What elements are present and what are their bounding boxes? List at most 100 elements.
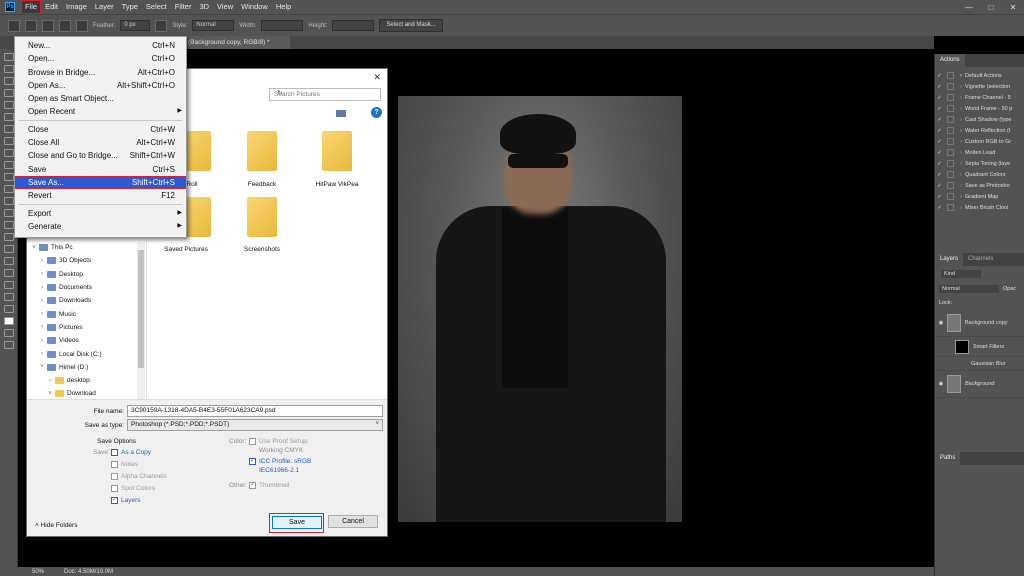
action-item[interactable]: ✓ ˅ Default Actions — [935, 70, 1024, 81]
proof-setup-checkbox[interactable]: Use Proof Setup: — [249, 438, 309, 445]
close-window-icon[interactable]: ✕ — [1002, 3, 1024, 12]
eraser-tool-icon[interactable] — [4, 185, 14, 193]
layers-checkbox[interactable]: ✓ Layers — [111, 497, 141, 504]
icc-profile-checkbox[interactable]: ✓ ICC Profile: sRGB — [249, 458, 311, 465]
stamp-tool-icon[interactable] — [4, 161, 14, 169]
tab-actions[interactable]: Actions — [935, 54, 965, 67]
frame-tool-icon[interactable] — [4, 113, 14, 121]
maximize-icon[interactable]: □ — [980, 3, 1002, 12]
folder-item[interactable] — [245, 131, 279, 175]
rectangle-tool-icon[interactable] — [4, 269, 14, 277]
quick-select-tool-icon[interactable] — [4, 89, 14, 97]
gradient-tool-icon[interactable] — [4, 197, 14, 205]
crop-tool-icon[interactable] — [4, 101, 14, 109]
action-item[interactable]: ✓ › Vignette (selection — [935, 81, 1024, 92]
layer-row[interactable]: ◉ Background — [935, 371, 1024, 398]
notes-checkbox[interactable]: Notes — [111, 461, 138, 468]
cancel-button[interactable]: Cancel — [328, 515, 378, 528]
marquee-tool-icon[interactable] — [8, 19, 20, 32]
action-item[interactable]: ✓ › Molten Lead — [935, 147, 1024, 158]
alpha-channels-checkbox[interactable]: Alpha Channels — [111, 473, 167, 480]
menu-item-revert[interactable]: Revert F12 — [15, 189, 186, 202]
healing-tool-icon[interactable] — [4, 137, 14, 145]
thumbnail-checkbox[interactable]: ✓ Thumbnail — [249, 482, 289, 489]
action-item[interactable]: ✓ › Mixer Brush Cloni — [935, 202, 1024, 213]
save-type-select[interactable]: Photoshop (*.PSD;*.PDD;*.PSDT) ˅ — [127, 419, 383, 431]
folder-item[interactable] — [245, 197, 279, 241]
zoom-level[interactable]: 50% — [32, 569, 44, 575]
dialog-close-icon[interactable]: ✕ — [373, 72, 381, 83]
path-select-tool-icon[interactable] — [4, 257, 14, 265]
menu-select[interactable]: Select — [142, 0, 171, 14]
action-item[interactable]: ✓ › Water Reflection (t — [935, 125, 1024, 136]
menu-item-generate[interactable]: Generate ▶ — [15, 220, 186, 233]
as-copy-checkbox[interactable]: As a Copy — [111, 449, 151, 456]
blur-tool-icon[interactable] — [4, 209, 14, 217]
search-input[interactable]: Search Pictures — [269, 88, 381, 101]
menu-item-save[interactable]: Save Ctrl+S — [15, 163, 186, 176]
menu-file[interactable]: File — [21, 0, 42, 14]
nav-item[interactable]: ˅ This Pc — [29, 241, 146, 254]
foreground-color-swatch[interactable] — [4, 317, 14, 325]
nav-scrollbar[interactable] — [137, 242, 145, 400]
action-item[interactable]: ✓ › Cast Shadow (type — [935, 114, 1024, 125]
menu-item-close-all[interactable]: Close All Alt+Ctrl+W — [15, 136, 186, 149]
select-and-mask-button[interactable]: Select and Mask... — [379, 19, 443, 32]
nav-item[interactable]: › Local Disk (C:) — [29, 347, 146, 360]
type-tool-icon[interactable] — [4, 245, 14, 253]
menu-layer[interactable]: Layer — [91, 0, 118, 14]
menu-help[interactable]: Help — [272, 0, 295, 14]
nav-item[interactable]: › Music — [29, 307, 146, 320]
menu-item-new[interactable]: New... Ctrl+N — [15, 39, 186, 52]
nav-item[interactable]: › Desktop — [29, 268, 146, 281]
layer-row[interactable]: ◉ Background copy — [935, 310, 1024, 337]
lasso-tool-icon[interactable] — [4, 77, 14, 85]
layer-kind-select[interactable]: Kind — [941, 270, 981, 278]
history-brush-icon[interactable] — [4, 173, 14, 181]
menu-view[interactable]: View — [213, 0, 237, 14]
menu-item-open-smart-object[interactable]: Open as Smart Object... — [15, 92, 186, 105]
action-item[interactable]: ✓ › Save as Photosho — [935, 180, 1024, 191]
quick-mask-icon[interactable] — [4, 329, 14, 337]
action-item[interactable]: ✓ › Wood Frame - 50 p — [935, 103, 1024, 114]
nav-item[interactable]: › 3D Objects — [29, 254, 146, 267]
tab-channels[interactable]: Channels — [963, 253, 998, 266]
nav-item[interactable]: › desktop — [29, 374, 146, 387]
tab-paths[interactable]: Paths — [935, 452, 961, 465]
hide-folders-link[interactable]: ˄ Hide Folders — [35, 522, 77, 529]
zoom-tool-icon[interactable] — [4, 293, 14, 301]
menu-3d[interactable]: 3D — [195, 0, 213, 14]
nav-item[interactable]: › Videos — [29, 334, 146, 347]
tab-layers[interactable]: Layers — [935, 253, 964, 266]
nav-item[interactable]: › Pictures — [29, 321, 146, 334]
menu-window[interactable]: Window — [237, 0, 272, 14]
intersect-selection-icon[interactable] — [76, 19, 88, 32]
move-tool-icon[interactable] — [4, 53, 14, 61]
folder-item[interactable] — [320, 131, 354, 175]
marquee-tool-icon[interactable] — [4, 65, 14, 73]
menu-type[interactable]: Type — [118, 0, 142, 14]
spot-colors-checkbox[interactable]: Spot Colors — [111, 485, 155, 492]
menu-edit[interactable]: Edit — [41, 0, 62, 14]
screen-mode-icon[interactable] — [4, 341, 14, 349]
menu-item-browse-bridge[interactable]: Browse in Bridge... Alt+Ctrl+O — [15, 66, 186, 79]
action-item[interactable]: ✓ › Quadrant Colors — [935, 169, 1024, 180]
layer-row[interactable]: Smart Filters — [935, 337, 1024, 357]
minimize-icon[interactable]: — — [958, 3, 980, 12]
menu-image[interactable]: Image — [62, 0, 91, 14]
width-input[interactable] — [261, 20, 304, 31]
menu-item-close[interactable]: Close Ctrl+W — [15, 123, 186, 136]
action-item[interactable]: ✓ › Custom RGB to Gr — [935, 136, 1024, 147]
eyedropper-tool-icon[interactable] — [4, 125, 14, 133]
visibility-eye-icon[interactable]: ◉ — [935, 320, 947, 326]
file-name-input[interactable]: 3C90159A-1318-4DA5-B4E3-55F01A623CA9.psd — [127, 405, 383, 417]
height-input[interactable] — [332, 20, 375, 31]
view-options-icon[interactable] — [336, 110, 346, 117]
help-icon[interactable]: ? — [371, 107, 382, 118]
menu-item-export[interactable]: Export ▶ — [15, 207, 186, 220]
action-item[interactable]: ✓ › Sepia Toning (laye — [935, 158, 1024, 169]
blend-mode-select[interactable]: Normal — [939, 285, 999, 293]
nav-item[interactable]: › Documents — [29, 281, 146, 294]
nav-item[interactable]: › Downloads — [29, 294, 146, 307]
brush-tool-icon[interactable] — [4, 149, 14, 157]
